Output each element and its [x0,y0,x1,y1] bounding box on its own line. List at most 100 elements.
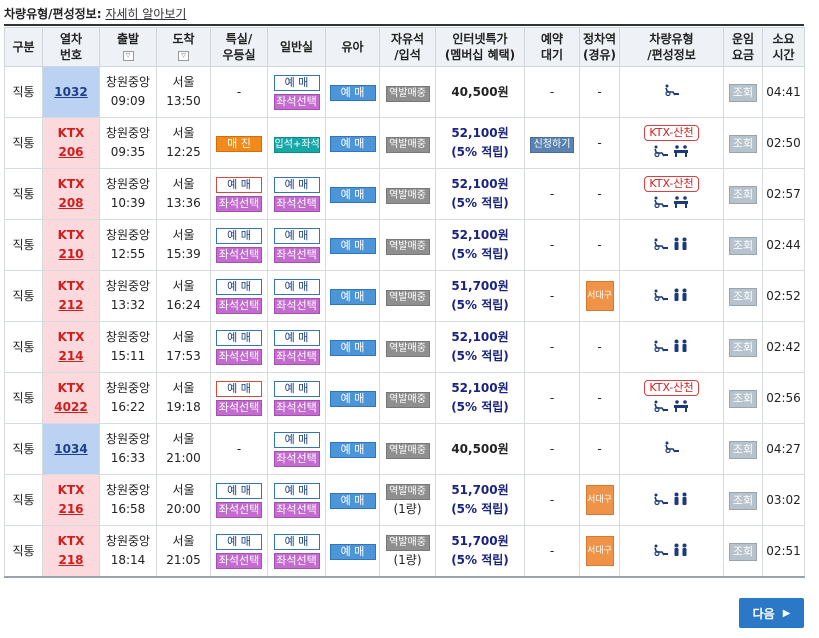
train-number-link[interactable]: 210 [43,245,99,264]
general-reserve-button[interactable]: 예 매 [273,279,320,295]
departure-station: 창원중앙 [105,279,151,293]
fare-lookup-button[interactable]: 조회 [729,134,757,153]
train-number-link[interactable]: 206 [43,143,99,162]
train-number-link[interactable]: 218 [43,551,99,570]
train-type-label: KTX [57,126,85,140]
fare-lookup-button[interactable]: 조회 [729,440,757,459]
general-seat-wrap: 좌석선택 [268,500,325,519]
details-link[interactable]: 자세히 알아보기 [105,7,186,21]
fare-lookup-button[interactable]: 조회 [729,389,757,408]
duration-cell: 02:52 [762,270,805,322]
infant-reserve-button[interactable]: 예 매 [329,339,376,356]
departure-station: 창원중앙 [105,177,151,191]
west-daegu-stop-badge[interactable]: 서대구 [585,281,614,311]
general-seat-select-button[interactable]: 좌석선택 [273,553,320,569]
infant-reserve-button[interactable]: 예 매 [329,84,376,101]
general-reserve-button[interactable]: 예 매 [273,330,320,346]
first-class-reserve-button[interactable]: 예 매 [216,381,262,397]
not-available: - [597,84,602,99]
infant-reserve-button[interactable]: 예 매 [329,135,376,152]
general-reserve-button[interactable]: 예 매 [273,381,320,397]
departure-cell: 창원중앙 10:39 [99,168,157,220]
general-seat-select-button[interactable]: 좌석선택 [273,400,320,416]
general-seat-select-button[interactable]: 좌석선택 [273,298,320,314]
apply-wait-button[interactable]: 신청하기 [530,136,574,153]
station-sale-badge: 역발매중 [385,187,430,204]
infant-reserve-button[interactable]: 예 매 [329,186,376,203]
general-reserve-button[interactable]: 예 매 [273,432,320,448]
people-icon [674,543,687,556]
train-number-link[interactable]: 214 [43,347,99,366]
standing-plus-seat-button[interactable]: 입석+좌석 [273,136,320,153]
departure-cell: 창원중앙 15:11 [99,321,157,373]
first-class-seat-select-button[interactable]: 좌석선택 [216,349,262,365]
train-number-link[interactable]: 1034 [43,440,99,459]
first-class-seat-select-button[interactable]: 좌석선택 [216,247,262,263]
infant-reserve-button[interactable]: 예 매 [329,543,376,560]
general-seat-select-button[interactable]: 좌석선택 [273,247,320,263]
first-class-reserve-button[interactable]: 예 매 [216,534,262,550]
train-number-link[interactable]: 4022 [43,398,99,417]
west-daegu-stop-badge[interactable]: 서대구 [585,536,614,566]
general-class-cell: 예 매좌석선택 [267,168,326,220]
west-daegu-stop-badge[interactable]: 서대구 [585,485,614,515]
train-number-cell: KTX 4022 [42,372,100,424]
first-class-cell: 예 매좌석선택 [210,372,268,424]
station-sale-badge: 역발매중 [385,535,430,551]
first-class-reserve-button[interactable]: 예 매 [216,177,262,193]
general-reserve-button[interactable]: 예 매 [273,177,320,193]
general-reserve-button[interactable]: 예 매 [273,75,320,91]
fare-cell: 조회 [723,321,763,373]
fare-lookup-button[interactable]: 조회 [729,338,757,357]
general-seat-select-button[interactable]: 좌석선택 [273,94,320,110]
first-class-seat-select-button[interactable]: 좌석선택 [216,400,262,416]
fare-lookup-button[interactable]: 조회 [729,491,757,510]
general-reserve-button[interactable]: 예 매 [273,534,320,550]
vehicle-icons [664,84,680,96]
price-value: 40,500원 [451,441,509,456]
fare-lookup-button[interactable]: 조회 [729,236,757,255]
infant-cell: 예 매 [325,372,380,424]
first-class-reserve-button[interactable]: 예 매 [216,279,262,295]
first-class-seat-select-button[interactable]: 좌석선택 [216,553,262,569]
infant-reserve-button[interactable]: 예 매 [329,288,376,305]
sort-triangle-icon[interactable]: ▽ [122,50,134,61]
infant-reserve-button[interactable]: 예 매 [329,492,376,509]
general-seat-select-button[interactable]: 좌석선택 [273,502,320,518]
first-class-reserve-button[interactable]: 예 매 [216,330,262,346]
fare-lookup-button[interactable]: 조회 [729,185,757,204]
sort-triangle-icon[interactable]: ▽ [178,50,189,61]
train-number-link[interactable]: 1032 [43,83,99,102]
header-title: 차량유형/편성정보: [4,7,102,21]
first-class-reserve-button[interactable]: 예 매 [216,228,262,244]
first-class-seat-select-button[interactable]: 좌석선택 [216,502,262,518]
infant-reserve-button[interactable]: 예 매 [329,237,376,254]
reward-note: (5% 적립) [451,502,509,516]
train-type-label: KTX [57,279,85,293]
general-seat-select-button[interactable]: 좌석선택 [273,349,320,365]
station-sale-badge: 역발매중 [385,391,430,408]
reward-note: (5% 적립) [451,349,509,363]
general-seat-select-button[interactable]: 좌석선택 [273,451,320,467]
infant-reserve-button[interactable]: 예 매 [329,390,376,407]
fare-lookup-button[interactable]: 조회 [729,83,757,102]
vehicle-icons [653,237,690,251]
fare-lookup-button[interactable]: 조회 [729,542,757,561]
train-number-link[interactable]: 216 [43,500,99,519]
first-class-seat-select-button[interactable]: 좌석선택 [216,298,262,314]
free-seat-cell: 역발매중 [379,423,436,475]
general-reserve-button[interactable]: 예 매 [273,228,320,244]
general-reserve-button[interactable]: 예 매 [273,483,320,499]
first-class-cell: - [210,66,268,118]
not-available: - [236,84,242,99]
family-seat-icon [674,145,688,157]
next-page-button[interactable]: 다음 ▶ [739,598,804,628]
train-number-link[interactable]: 208 [43,194,99,213]
train-number-link[interactable]: 212 [43,296,99,315]
general-seat-select-button[interactable]: 좌석선택 [273,196,320,212]
arrival-time: 15:39 [166,247,201,261]
infant-reserve-button[interactable]: 예 매 [329,441,376,458]
first-class-reserve-button[interactable]: 예 매 [216,483,262,499]
fare-lookup-button[interactable]: 조회 [729,287,757,306]
first-class-seat-select-button[interactable]: 좌석선택 [216,196,262,212]
